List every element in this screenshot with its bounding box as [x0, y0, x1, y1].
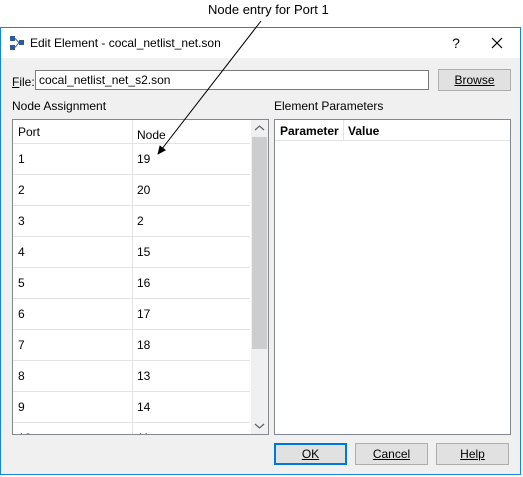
node-cell[interactable]: 11 — [137, 431, 149, 434]
browse-button[interactable]: Browse — [438, 69, 511, 91]
table-row[interactable]: 5 16 — [13, 268, 250, 299]
scroll-down-icon[interactable] — [251, 417, 268, 434]
node-cell[interactable]: 15 — [137, 245, 150, 259]
table-row[interactable]: 7 18 — [13, 330, 250, 361]
table-header: Port Node — [13, 120, 250, 144]
scrollbar-thumb[interactable] — [252, 137, 267, 349]
app-icon — [10, 36, 24, 50]
close-icon[interactable] — [485, 32, 509, 54]
help-icon[interactable]: ? — [446, 33, 466, 53]
table-row[interactable]: 9 14 — [13, 392, 250, 423]
table-row[interactable]: 4 15 — [13, 237, 250, 268]
port-cell: 7 — [18, 338, 25, 352]
scroll-up-icon[interactable] — [251, 120, 268, 137]
node-cell[interactable]: 20 — [137, 183, 150, 197]
title-bar: Edit Element - cocal_netlist_net.son ? — [1, 28, 520, 58]
node-assignment-table[interactable]: Port Node 119220324155166177188139141011 — [12, 119, 269, 435]
element-parameters-label: Element Parameters — [274, 99, 384, 113]
table-row[interactable]: 6 17 — [13, 299, 250, 330]
cancel-button[interactable]: Cancel — [355, 443, 428, 465]
table-row[interactable]: 2 20 — [13, 175, 250, 206]
node-cell[interactable]: 16 — [137, 276, 150, 290]
port-cell: 9 — [18, 400, 25, 414]
annotation-text: Node entry for Port 1 — [208, 2, 329, 17]
element-parameters-table[interactable]: Parameter Value — [274, 119, 511, 435]
port-cell: 2 — [18, 183, 25, 197]
file-field[interactable]: cocal_netlist_net_s2.son — [35, 70, 429, 90]
node-cell[interactable]: 19 — [137, 152, 150, 166]
port-cell: 4 — [18, 245, 25, 259]
port-cell: 10 — [18, 431, 31, 434]
file-label: File: — [12, 75, 35, 89]
table-row[interactable]: 32 — [13, 206, 250, 237]
port-cell: 3 — [18, 214, 25, 228]
port-cell: 1 — [18, 152, 25, 166]
help-button[interactable]: Help — [436, 443, 509, 465]
port-cell: 8 — [18, 369, 25, 383]
node-cell[interactable]: 14 — [137, 400, 150, 414]
port-cell: 6 — [18, 307, 25, 321]
port-column-header[interactable]: Port — [18, 125, 40, 139]
value-column-header[interactable]: Value — [348, 124, 379, 138]
vertical-scrollbar[interactable] — [251, 120, 268, 434]
table-row[interactable]: 10 11 — [13, 423, 250, 434]
node-column-header[interactable]: Node — [137, 128, 166, 142]
parameter-column-header[interactable]: Parameter — [280, 124, 339, 138]
node-cell[interactable]: 17 — [137, 307, 150, 321]
node-cell[interactable]: 13 — [137, 369, 150, 383]
table-header: Parameter Value — [275, 120, 510, 141]
window-title: Edit Element - cocal_netlist_net.son — [30, 36, 221, 50]
port-cell: 5 — [18, 276, 25, 290]
node-assignment-label: Node Assignment — [12, 99, 107, 113]
ok-button[interactable]: OK — [274, 443, 347, 465]
table-row[interactable]: 1 19 — [13, 144, 250, 175]
node-cell[interactable]: 2 — [137, 214, 144, 228]
node-cell[interactable]: 18 — [137, 338, 150, 352]
table-row[interactable]: 8 13 — [13, 361, 250, 392]
edit-element-dialog: Edit Element - cocal_netlist_net.son ? F… — [0, 27, 521, 475]
